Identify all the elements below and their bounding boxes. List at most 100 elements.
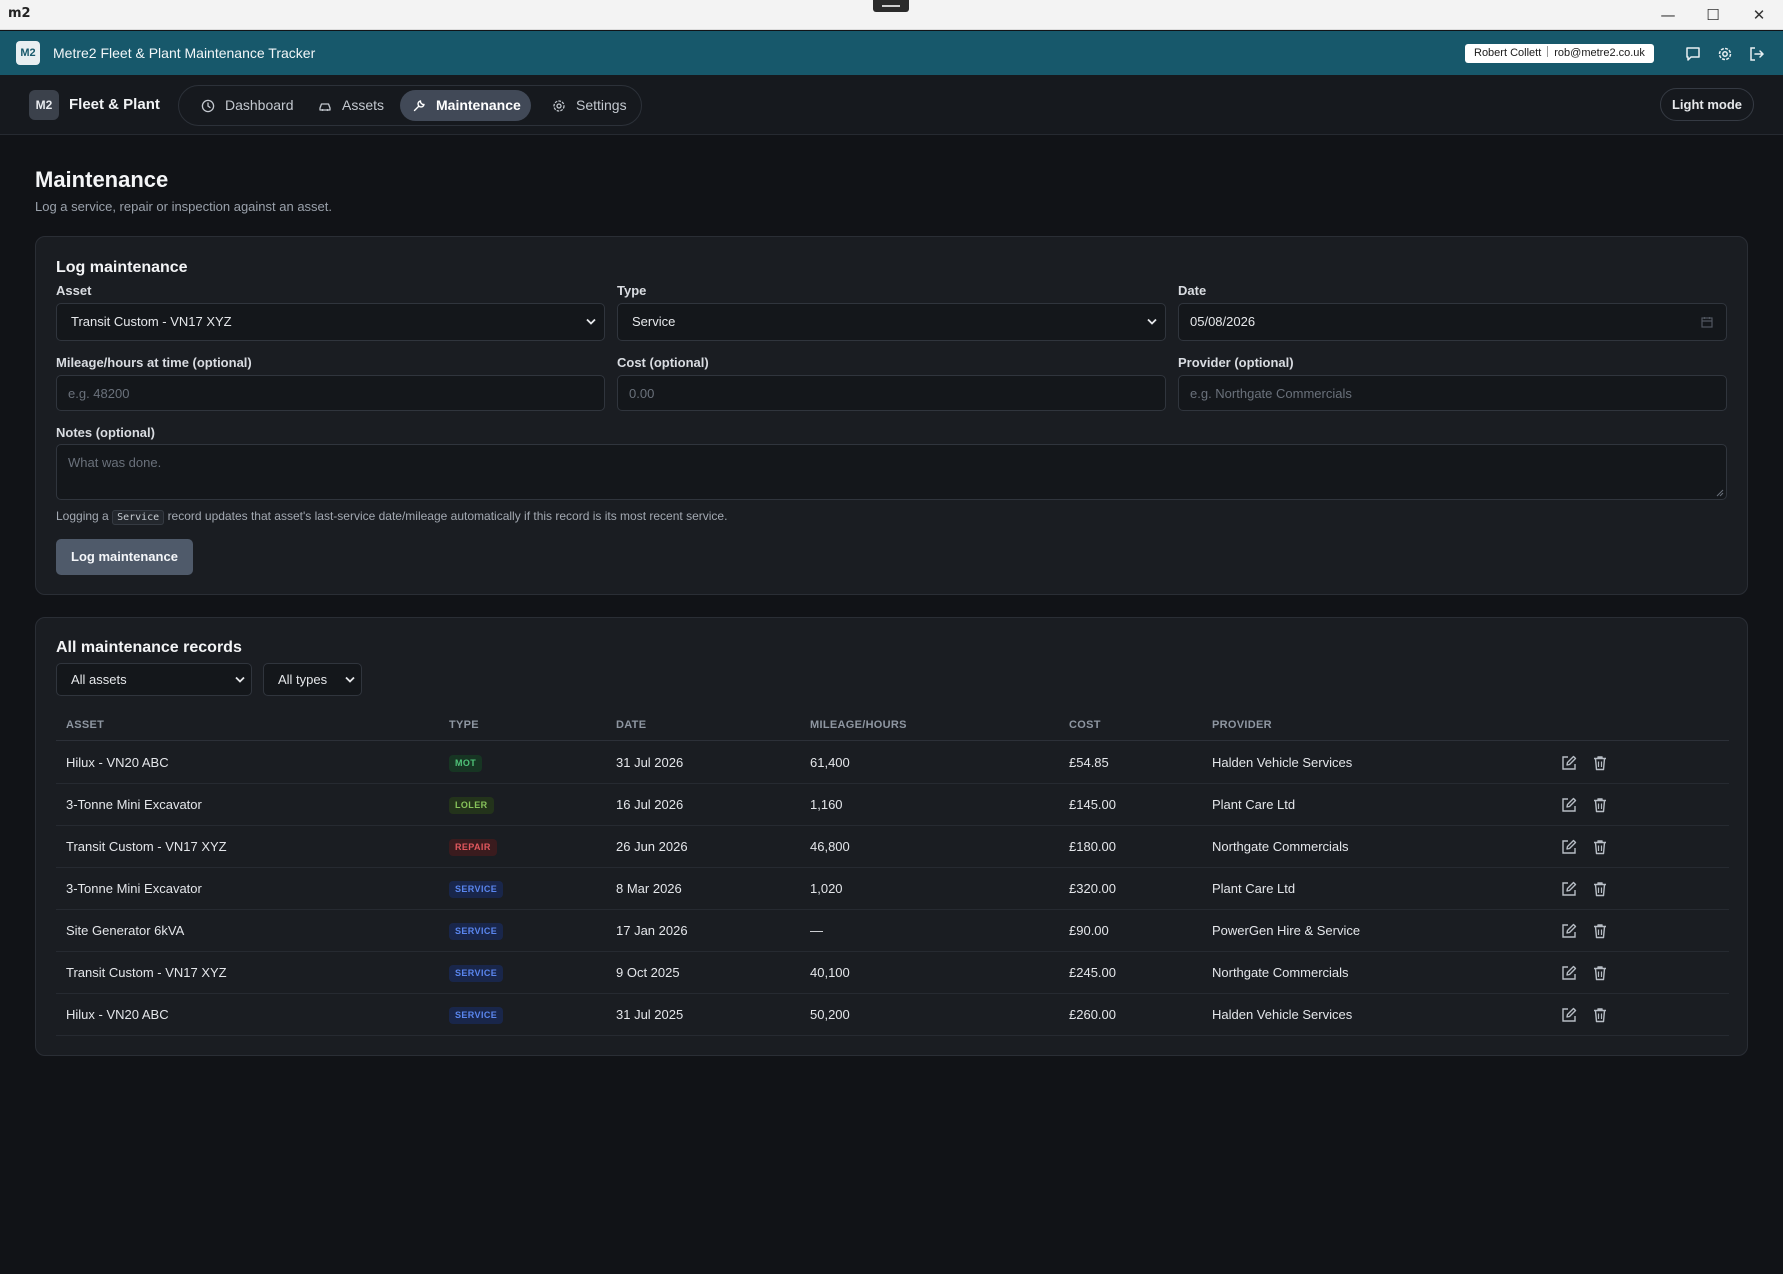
row-provider: Northgate Commercials	[1212, 965, 1349, 980]
table-row[interactable]: Transit Custom - VN17 XYZ SERVICE 9 Oct …	[56, 952, 1729, 994]
table-row[interactable]: Transit Custom - VN17 XYZ REPAIR 26 Jun …	[56, 826, 1729, 868]
brand-logo[interactable]: M2	[29, 90, 59, 120]
nav-tabs: Dashboard Assets Maintenance Settings	[178, 85, 642, 126]
column-header-provider[interactable]: PROVIDER	[1212, 719, 1272, 731]
table-row[interactable]: 3-Tonne Mini Excavator LOLER 16 Jul 2026…	[56, 784, 1729, 826]
edit-icon[interactable]	[1560, 1006, 1578, 1024]
mileage-input[interactable]: e.g. 48200	[56, 375, 605, 411]
close-button[interactable]: ✕	[1736, 2, 1782, 28]
row-cost: £54.85	[1069, 755, 1109, 770]
row-provider: PowerGen Hire & Service	[1212, 923, 1361, 938]
edit-icon[interactable]	[1560, 796, 1578, 814]
date-input-value: 05/08/2026	[1190, 314, 1256, 329]
trash-icon[interactable]	[1591, 838, 1609, 856]
column-header-type[interactable]: TYPE	[449, 719, 479, 731]
asset-filter-select[interactable]: All assets	[56, 663, 252, 696]
page-title: Maintenance	[35, 167, 169, 192]
table-row[interactable]: Site Generator 6kVA SERVICE 17 Jan 2026 …	[56, 910, 1729, 952]
tab-assets[interactable]: Assets	[306, 90, 388, 121]
edit-icon[interactable]	[1560, 922, 1578, 940]
row-cost: £90.00	[1069, 923, 1109, 938]
edit-icon[interactable]	[1560, 964, 1578, 982]
hint-code: Service	[112, 510, 165, 525]
cost-input[interactable]: 0.00	[617, 375, 1166, 411]
edit-icon[interactable]	[1560, 838, 1578, 856]
tab-maintenance[interactable]: Maintenance	[400, 90, 531, 121]
trash-icon[interactable]	[1591, 754, 1609, 772]
row-asset: Hilux - VN20 ABC	[66, 1007, 169, 1022]
column-header-cost[interactable]: COST	[1069, 719, 1101, 731]
column-header-asset[interactable]: ASSET	[66, 719, 104, 731]
date-input[interactable]: 05/08/2026	[1178, 303, 1727, 341]
cost-label: Cost (optional)	[617, 355, 709, 370]
row-date: 26 Jun 2026	[616, 839, 688, 854]
user-chip[interactable]: Robert Collett rob@metre2.co.uk	[1465, 44, 1654, 63]
table-row[interactable]: Hilux - VN20 ABC MOT 31 Jul 2026 61,400 …	[56, 742, 1729, 784]
user-name: Robert Collett	[1474, 47, 1542, 59]
trash-icon[interactable]	[1591, 880, 1609, 898]
user-email: rob@metre2.co.uk	[1554, 47, 1645, 59]
app-logo: M2	[16, 41, 40, 65]
log-maintenance-button[interactable]: Log maintenance	[56, 539, 193, 575]
chevron-down-icon	[586, 318, 596, 325]
edit-icon[interactable]	[1560, 880, 1578, 898]
type-badge: MOT	[449, 755, 483, 772]
row-date: 31 Jul 2026	[616, 755, 684, 770]
row-date: 8 Mar 2026	[616, 881, 682, 896]
tab-dashboard[interactable]: Dashboard	[189, 90, 295, 121]
row-cost: £145.00	[1069, 797, 1116, 812]
type-select[interactable]: Service	[617, 303, 1166, 341]
trash-icon[interactable]	[1591, 1006, 1609, 1024]
table-row[interactable]: Hilux - VN20 ABC SERVICE 31 Jul 2025 50,…	[56, 994, 1729, 1036]
row-provider: Plant Care Ltd	[1212, 881, 1296, 896]
row-asset: 3-Tonne Mini Excavator	[66, 797, 202, 812]
gear-icon[interactable]	[1716, 45, 1734, 63]
provider-input[interactable]: e.g. Northgate Commercials	[1178, 375, 1727, 411]
asset-select[interactable]: Transit Custom - VN17 XYZ	[56, 303, 605, 341]
resize-handle-icon[interactable]	[1716, 489, 1724, 497]
mileage-label: Mileage/hours at time (optional)	[56, 355, 252, 370]
notes-textarea[interactable]: What was done.	[56, 444, 1727, 500]
chevron-down-icon	[235, 676, 245, 683]
records-title: All maintenance records	[56, 639, 242, 656]
row-mileage: —	[810, 923, 823, 938]
chat-icon[interactable]	[1684, 45, 1702, 63]
chevron-down-icon	[345, 676, 355, 683]
row-date: 16 Jul 2026	[616, 797, 684, 812]
type-badge: LOLER	[449, 797, 494, 814]
clock-icon	[201, 99, 215, 113]
brand-name[interactable]: Fleet & Plant	[69, 96, 160, 113]
maximize-button[interactable]: ☐	[1690, 2, 1736, 28]
user-chip-divider	[1547, 46, 1549, 57]
row-date: 31 Jul 2025	[616, 1007, 684, 1022]
row-provider: Plant Care Ltd	[1212, 797, 1296, 812]
trash-icon[interactable]	[1591, 922, 1609, 940]
type-label: Type	[617, 283, 647, 298]
app-header: M2 Metre2 Fleet & Plant Maintenance Trac…	[0, 31, 1783, 75]
trash-icon[interactable]	[1591, 796, 1609, 814]
window-app-icon: m2	[8, 6, 31, 21]
table-row[interactable]: 3-Tonne Mini Excavator SERVICE 8 Mar 202…	[56, 868, 1729, 910]
type-filter-select[interactable]: All types	[263, 663, 362, 696]
trash-icon[interactable]	[1591, 964, 1609, 982]
date-label: Date	[1178, 283, 1207, 298]
chevron-down-icon	[1147, 318, 1157, 325]
row-date: 9 Oct 2025	[616, 965, 680, 980]
table-header: ASSET TYPE DATE MILEAGE/HOURS COST PROVI…	[56, 713, 1729, 741]
theme-toggle-button[interactable]: Light mode	[1660, 88, 1754, 121]
minimize-button[interactable]: —	[1645, 2, 1691, 28]
row-asset: 3-Tonne Mini Excavator	[66, 881, 202, 896]
type-badge: REPAIR	[449, 839, 497, 856]
row-asset: Hilux - VN20 ABC	[66, 755, 169, 770]
tab-settings[interactable]: Settings	[540, 90, 634, 121]
provider-label: Provider (optional)	[1178, 355, 1294, 370]
logout-icon[interactable]	[1748, 45, 1766, 63]
column-header-date[interactable]: DATE	[616, 719, 646, 731]
row-cost: £180.00	[1069, 839, 1116, 854]
calendar-icon[interactable]	[1701, 316, 1713, 328]
column-header-mileage[interactable]: MILEAGE/HOURS	[810, 719, 907, 731]
edit-icon[interactable]	[1560, 754, 1578, 772]
row-asset: Transit Custom - VN17 XYZ	[66, 839, 227, 854]
row-mileage: 61,400	[810, 755, 850, 770]
window-drag-handle[interactable]	[873, 0, 909, 12]
